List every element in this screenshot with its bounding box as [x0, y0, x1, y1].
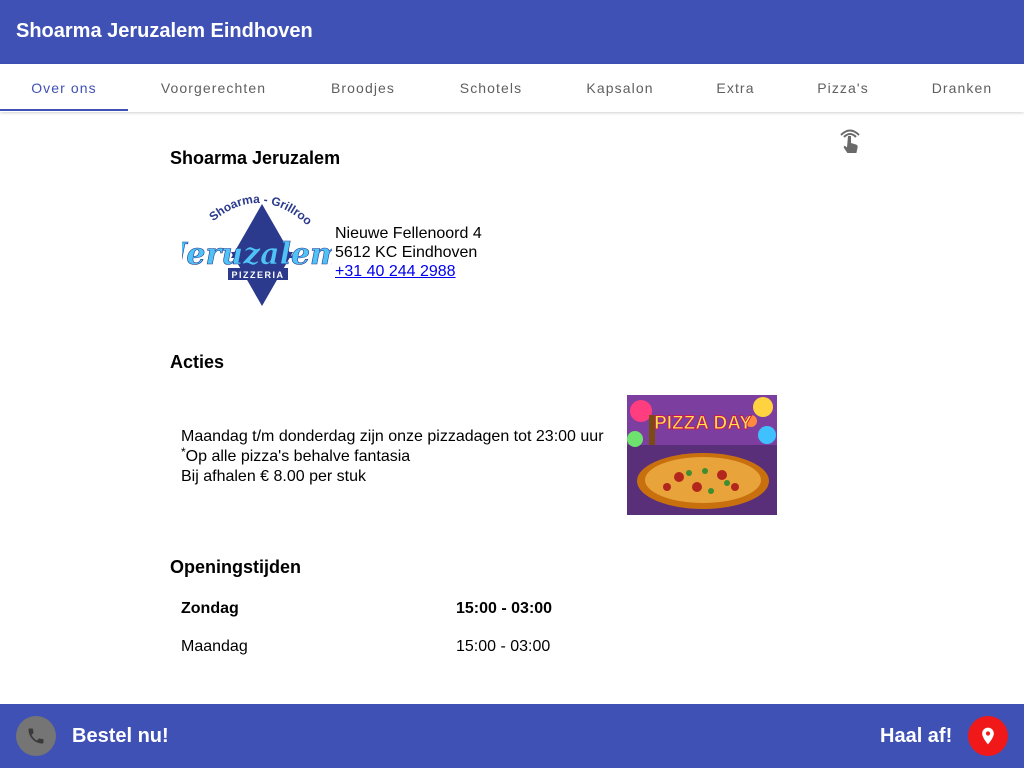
pickup-label[interactable]: Haal af!	[880, 725, 952, 748]
tab-dranken[interactable]: Dranken	[900, 64, 1024, 112]
hours-day: Maandag	[181, 638, 248, 655]
logo-bottom-text: PIZZERIA	[231, 270, 284, 280]
location-button[interactable]	[968, 716, 1008, 756]
tab-schotels[interactable]: Schotels	[427, 64, 555, 112]
tab-extra[interactable]: Extra	[685, 64, 786, 112]
app-title: Shoarma Jeruzalem Eindhoven	[16, 20, 313, 42]
phone-icon	[28, 728, 44, 744]
phone-link[interactable]: +31 40 244 2988	[335, 263, 456, 280]
pizza-day-image: PIZZA DAY	[627, 395, 777, 515]
logo-name: Jeruzalem	[182, 237, 332, 272]
tab-kapsalon[interactable]: Kapsalon	[555, 64, 685, 112]
swipe-icon	[836, 126, 864, 154]
svg-text:Shoarma - Grillroom: Shoarma - Grillroom	[182, 186, 315, 228]
restaurant-logo: Shoarma - Grillroom Jeruzalem PIZZERIA	[167, 175, 342, 314]
address-street: Nieuwe Fellenoord 4	[335, 225, 482, 242]
logo-top-text: Shoarma - Grillroom	[177, 175, 315, 228]
promo-line-2: Op alle pizza's behalve fantasia	[185, 448, 411, 465]
tab-pizzas[interactable]: Pizza's	[786, 64, 900, 112]
promo-line-3: Bij afhalen € 8.00 per stuk	[181, 468, 367, 485]
order-now-label[interactable]: Bestel nu!	[72, 725, 169, 748]
category-tabs: Over ons Voorgerechten Broodjes Schotels…	[0, 64, 1024, 112]
promo-asterisk: *	[181, 444, 186, 459]
active-tab-indicator	[0, 109, 128, 111]
hours-time: 15:00 - 03:00	[456, 600, 553, 617]
address-block: Nieuwe Fellenoord 4 5612 KC Eindhoven +3…	[335, 224, 482, 281]
tab-over-ons[interactable]: Over ons	[0, 64, 128, 112]
bottom-action-bar: Bestel nu! Haal af!	[0, 704, 1024, 768]
hours-time: 15:00 - 03:00	[456, 638, 551, 655]
actions-heading: Acties	[170, 352, 225, 372]
promo-text: Maandag t/m donderdag zijn onze pizzadag…	[181, 427, 604, 487]
promo-line-1: Maandag t/m donderdag zijn onze pizzadag…	[181, 428, 604, 445]
call-button[interactable]	[16, 716, 56, 756]
location-pin-icon	[982, 727, 994, 745]
about-heading: Shoarma Jeruzalem	[170, 148, 341, 168]
tab-broodjes[interactable]: Broodjes	[299, 64, 427, 112]
app-bar: Shoarma Jeruzalem Eindhoven	[0, 0, 1024, 64]
pizza-day-text: PIZZA DAY	[654, 413, 752, 434]
hours-day: Zondag	[181, 600, 239, 617]
hours-heading: Openingstijden	[170, 557, 302, 577]
tab-voorgerechten[interactable]: Voorgerechten	[128, 64, 299, 112]
address-city: 5612 KC Eindhoven	[335, 244, 478, 261]
